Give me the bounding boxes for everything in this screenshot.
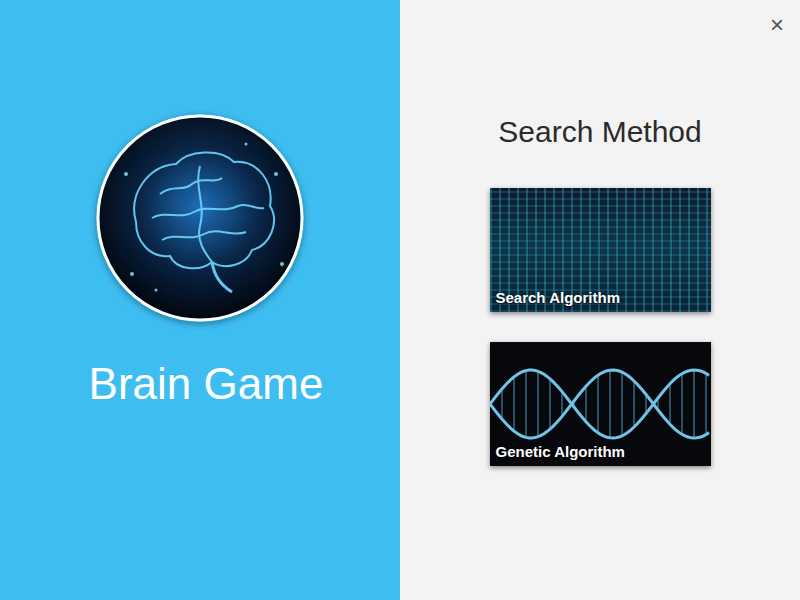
close-button[interactable]: × xyxy=(764,6,790,44)
brain-icon xyxy=(96,114,304,322)
method-label: Search Algorithm xyxy=(490,289,626,312)
method-panel: × Search Method Search Algorithm Genetic Al… xyxy=(400,0,800,600)
panel-heading: Search Method xyxy=(498,114,701,150)
brand-panel: Brain Game xyxy=(0,0,400,600)
method-label: Genetic Algorithm xyxy=(490,443,631,466)
method-card[interactable]: Genetic Algorithm xyxy=(490,342,711,466)
method-list: Search Algorithm Genetic Algorithm xyxy=(490,188,711,466)
method-card[interactable]: Search Algorithm xyxy=(490,188,711,312)
app-title: Brain Game xyxy=(77,358,324,411)
